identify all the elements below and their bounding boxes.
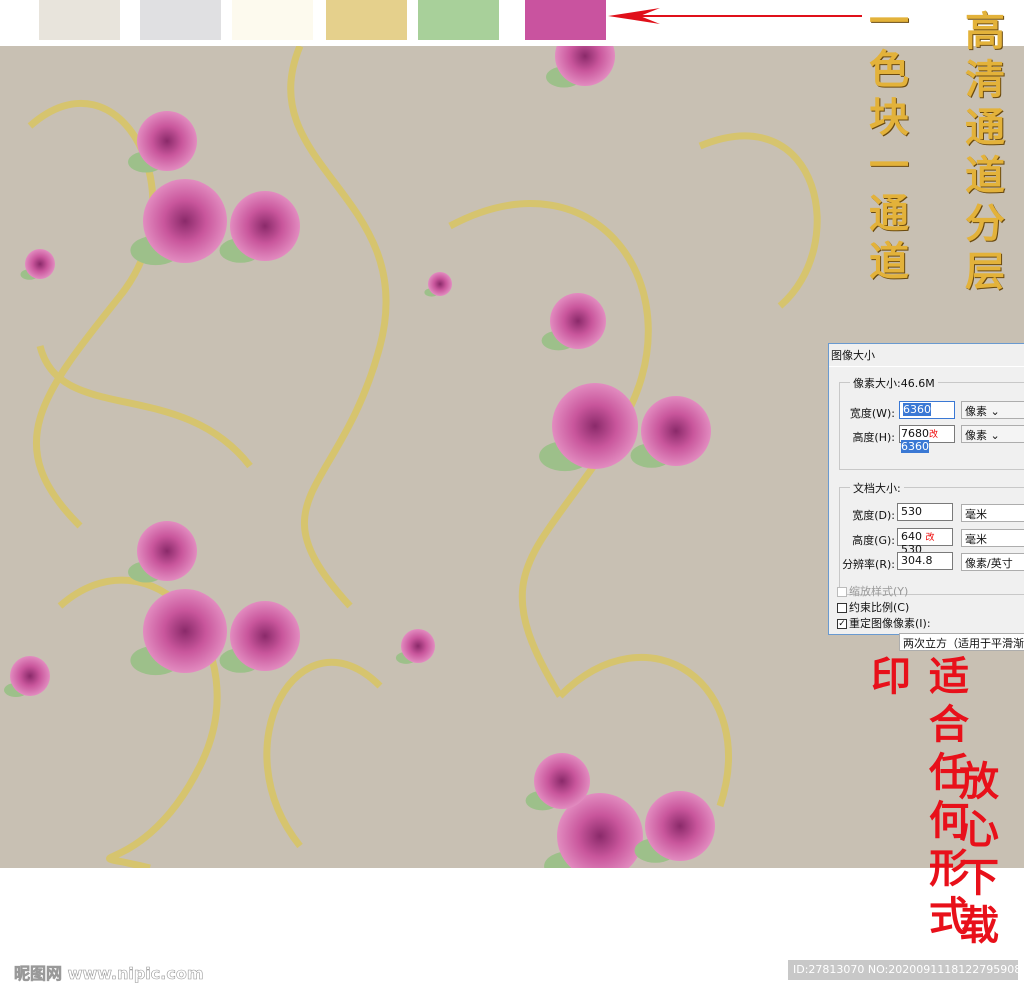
rose bbox=[401, 629, 435, 663]
doc-width-label: 宽度(D): bbox=[852, 509, 895, 522]
rose bbox=[230, 601, 300, 671]
rose bbox=[143, 179, 227, 263]
doc-width-input[interactable]: 530 bbox=[897, 503, 953, 521]
nipic-logo: 昵图网 www.nipic.com bbox=[14, 964, 204, 984]
group-label: 文档大小: bbox=[850, 480, 904, 496]
color-swatch bbox=[326, 0, 407, 40]
group-label: 像素大小:46.6M bbox=[850, 375, 938, 391]
rose bbox=[641, 396, 711, 466]
rose bbox=[230, 191, 300, 261]
color-swatch bbox=[39, 0, 120, 40]
scale-styles-checkbox: 缩放样式(Y) bbox=[837, 583, 908, 599]
image-id-label: ID:27813070 NO:20200911181227959080 bbox=[788, 960, 1018, 980]
resample-method-select[interactable]: 两次立方（适用于平滑渐变 bbox=[899, 633, 1024, 651]
label-one-color-one-channel: 一色块一通道 bbox=[862, 0, 909, 288]
rose bbox=[143, 589, 227, 673]
resolution-label: 分辨率(R): bbox=[842, 558, 895, 571]
checkbox-label: 缩放样式(Y) bbox=[849, 585, 909, 598]
doc-height-input[interactable]: 640 改 530 bbox=[897, 528, 953, 556]
rose bbox=[428, 272, 452, 296]
color-swatch bbox=[232, 0, 313, 40]
rose bbox=[552, 383, 638, 469]
rose bbox=[137, 111, 197, 171]
doc-height-unit-select[interactable]: 毫米 bbox=[961, 529, 1024, 547]
height-value: 6360 bbox=[901, 440, 929, 453]
height-input[interactable]: 7680改6360 bbox=[899, 425, 955, 453]
rose bbox=[10, 656, 50, 696]
doc-width-unit-select[interactable]: 毫米 bbox=[961, 504, 1024, 522]
color-swatch bbox=[418, 0, 499, 40]
edit-mark: 改 bbox=[925, 533, 935, 543]
rose bbox=[534, 753, 590, 809]
edit-mark: 改 bbox=[929, 430, 939, 440]
height-unit-select[interactable]: 像素 ⌄ bbox=[961, 425, 1024, 443]
rose bbox=[550, 293, 606, 349]
label-download-worry-free: 放心下载 bbox=[952, 760, 999, 952]
scroll-vine bbox=[287, 44, 390, 609]
arrow-icon bbox=[608, 8, 862, 24]
old-value: 7680 bbox=[901, 427, 929, 440]
scroll-vine bbox=[698, 132, 821, 309]
width-unit-select[interactable]: 像素 ⌄ bbox=[961, 401, 1024, 419]
dialog-title: 图像大小 bbox=[831, 349, 875, 362]
resolution-unit-select[interactable]: 像素/英寸 bbox=[961, 553, 1024, 571]
old-value: 640 bbox=[901, 530, 922, 543]
resolution-input[interactable]: 304.8 bbox=[897, 552, 953, 570]
constrain-proportions-checkbox[interactable]: 约束比例(C) bbox=[837, 599, 909, 615]
unit: 像素 bbox=[965, 429, 987, 442]
label-hd-channel-layers: 高清通道分层 bbox=[958, 10, 1005, 298]
rose bbox=[25, 249, 55, 279]
checkbox-label: 约束比例(C) bbox=[849, 601, 910, 614]
scroll-vine bbox=[263, 658, 383, 849]
color-swatch bbox=[140, 0, 221, 40]
width-input[interactable]: 6360 bbox=[899, 401, 955, 419]
doc-height-label: 高度(G): bbox=[852, 534, 895, 547]
width-label: 宽度(W): bbox=[849, 407, 895, 420]
width-value: 6360 bbox=[903, 403, 931, 416]
color-swatch bbox=[525, 0, 606, 40]
rose bbox=[645, 791, 715, 861]
checkbox-label: 重定图像像素(I): bbox=[849, 617, 931, 630]
resample-checkbox[interactable]: ✓ 重定图像像素(I): bbox=[837, 615, 931, 631]
height-label: 高度(H): bbox=[852, 431, 895, 444]
rose bbox=[137, 521, 197, 581]
image-size-dialog: 图像大小 像素大小:46.6M 宽度(W): 6360 像素 ⌄ 高度(H): … bbox=[828, 343, 1024, 651]
unit: 像素 bbox=[965, 405, 987, 418]
